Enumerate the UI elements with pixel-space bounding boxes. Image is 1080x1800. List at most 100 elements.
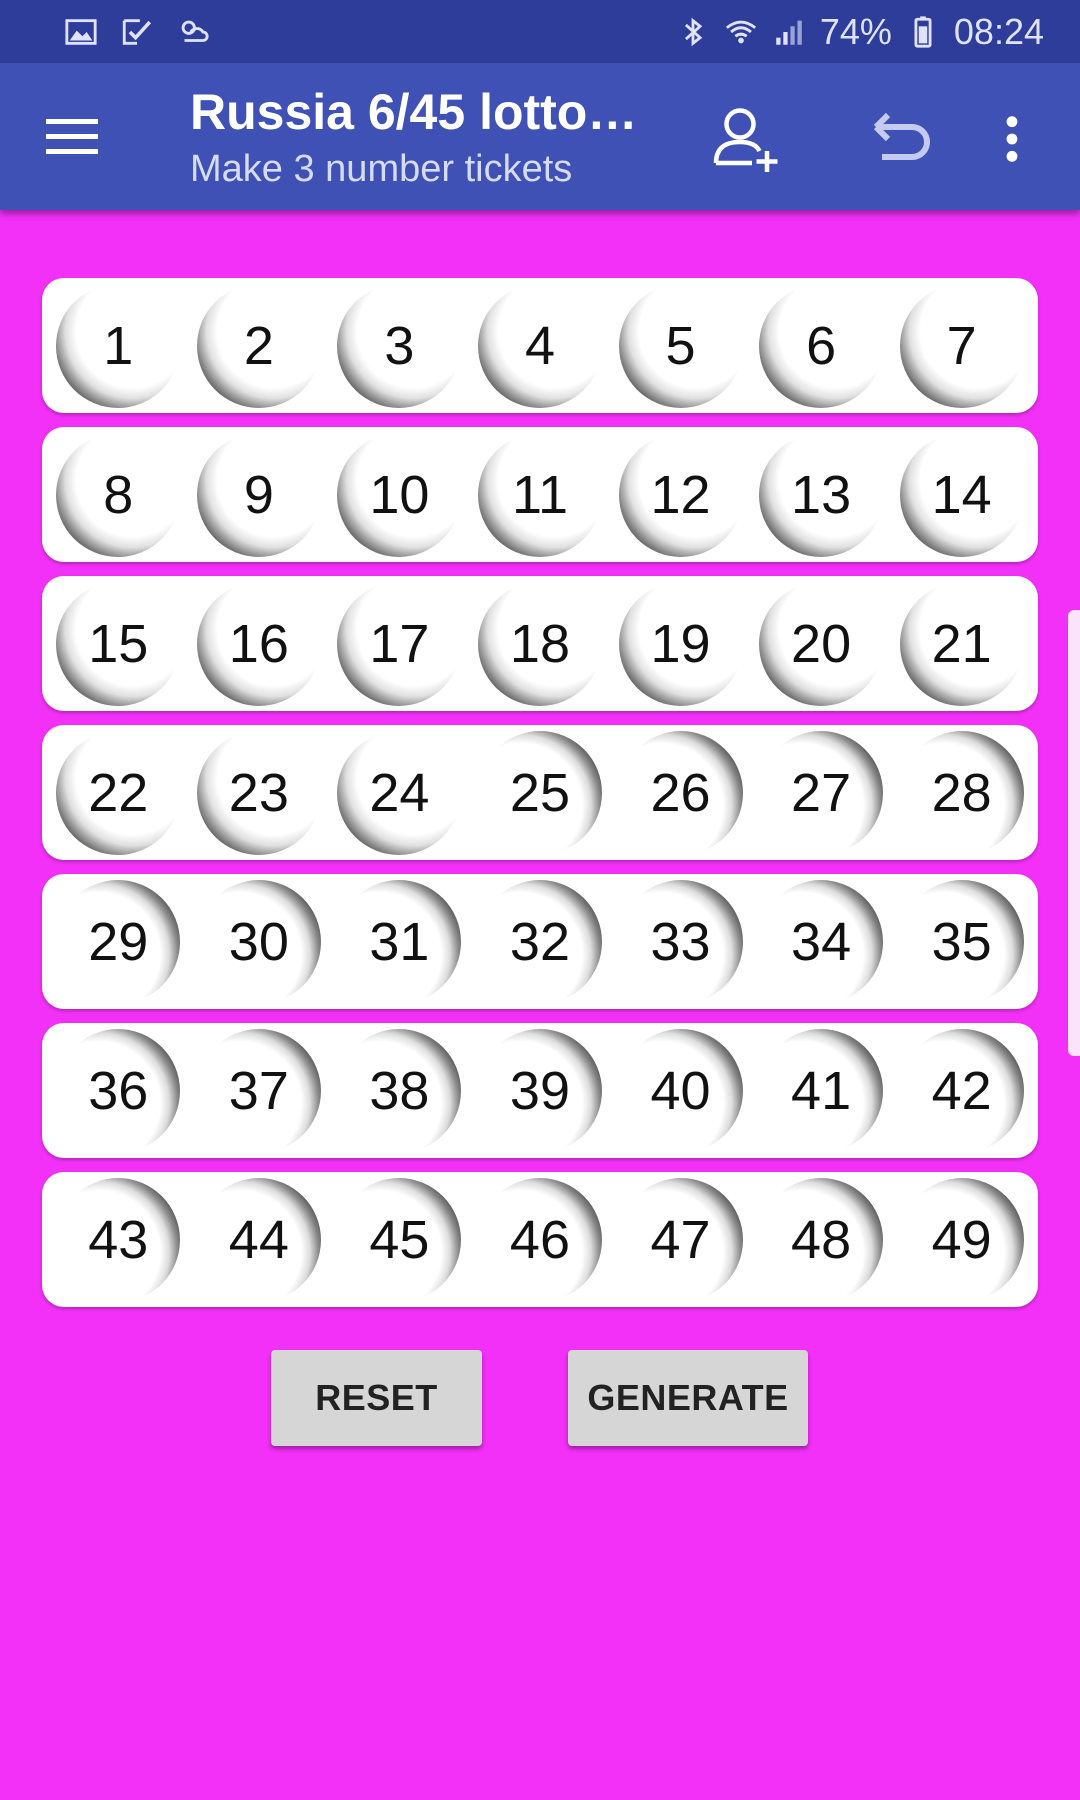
number-ball[interactable]: 40 [618, 1028, 743, 1153]
add-person-button[interactable] [706, 99, 786, 179]
more-vert-icon [1006, 116, 1018, 162]
number-ball[interactable]: 18 [477, 581, 602, 706]
number-ball[interactable]: 25 [477, 730, 602, 855]
number-ball[interactable]: 38 [337, 1028, 462, 1153]
number-label: 19 [650, 613, 711, 674]
number-label: 32 [509, 911, 570, 972]
check-list-icon [120, 15, 154, 49]
scrollbar[interactable] [1068, 610, 1080, 1056]
number-label: 4 [524, 315, 555, 376]
number-label: 22 [88, 762, 149, 823]
number-ball[interactable]: 41 [759, 1028, 884, 1153]
number-ball[interactable]: 3 [337, 283, 462, 408]
number-label: 18 [509, 613, 570, 674]
number-label: 20 [791, 613, 852, 674]
status-right: 74% 08:24 [676, 11, 1044, 53]
number-ball[interactable]: 7 [899, 283, 1024, 408]
number-ball[interactable]: 10 [337, 432, 462, 557]
number-row: 15 16 17 18 19 20 21 [42, 576, 1038, 711]
number-label: 16 [228, 613, 289, 674]
number-label: 17 [369, 613, 430, 674]
status-left-icons [64, 15, 210, 49]
number-ball[interactable]: 5 [618, 283, 743, 408]
number-ball[interactable]: 29 [56, 879, 181, 1004]
number-row: 1 2 3 4 5 6 7 [42, 278, 1038, 413]
number-ball[interactable]: 4 [477, 283, 602, 408]
number-label: 49 [931, 1209, 992, 1270]
number-ball[interactable]: 47 [618, 1177, 743, 1302]
number-ball[interactable]: 13 [759, 432, 884, 557]
number-ball[interactable]: 8 [56, 432, 181, 557]
number-label: 14 [931, 464, 992, 525]
number-label: 6 [806, 315, 837, 376]
number-ball[interactable]: 43 [56, 1177, 181, 1302]
add-person-icon [713, 108, 778, 172]
number-ball[interactable]: 31 [337, 879, 462, 1004]
number-ball[interactable]: 22 [56, 730, 181, 855]
number-row: 8 9 10 11 12 13 14 [42, 427, 1038, 562]
number-ball[interactable]: 2 [196, 283, 321, 408]
number-ball[interactable]: 28 [899, 730, 1024, 855]
number-label: 41 [791, 1060, 852, 1121]
number-label: 21 [931, 613, 992, 674]
number-label: 37 [228, 1060, 289, 1121]
menu-icon [46, 119, 98, 154]
image-icon [64, 15, 98, 49]
number-ball[interactable]: 19 [618, 581, 743, 706]
number-row: 29 30 31 32 33 34 35 [42, 874, 1038, 1009]
number-ball[interactable]: 32 [477, 879, 602, 1004]
number-label: 29 [88, 911, 149, 972]
number-label: 47 [650, 1209, 711, 1270]
number-ball[interactable]: 20 [759, 581, 884, 706]
number-ball[interactable]: 46 [477, 1177, 602, 1302]
page-subtitle: Make 3 number tickets [190, 148, 573, 190]
number-ball[interactable]: 30 [196, 879, 321, 1004]
number-ball[interactable]: 34 [759, 879, 884, 1004]
number-label: 36 [88, 1060, 149, 1121]
menu-button[interactable] [36, 103, 108, 171]
reset-button[interactable]: RESET [271, 1350, 482, 1446]
number-ball[interactable]: 39 [477, 1028, 602, 1153]
number-ball[interactable]: 15 [56, 581, 181, 706]
more-options-button[interactable] [982, 99, 1042, 179]
number-label: 26 [650, 762, 711, 823]
number-label: 5 [665, 315, 696, 376]
undo-button[interactable] [860, 99, 940, 179]
title-block: Russia 6/45 lotto… Make 3 number tickets [190, 79, 660, 193]
number-label: 2 [243, 315, 274, 376]
number-ball[interactable]: 24 [337, 730, 462, 855]
number-ball[interactable]: 6 [759, 283, 884, 408]
number-ball[interactable]: 21 [899, 581, 1024, 706]
number-label: 1 [103, 315, 134, 376]
number-ball[interactable]: 11 [477, 432, 602, 557]
number-ball[interactable]: 42 [899, 1028, 1024, 1153]
number-ball[interactable]: 45 [337, 1177, 462, 1302]
number-ball[interactable]: 33 [618, 879, 743, 1004]
number-ball[interactable]: 37 [196, 1028, 321, 1153]
number-label: 38 [369, 1060, 430, 1121]
number-label: 42 [931, 1060, 992, 1121]
number-ball[interactable]: 44 [196, 1177, 321, 1302]
number-label: 44 [228, 1209, 289, 1270]
number-ball[interactable]: 14 [899, 432, 1024, 557]
number-ball[interactable]: 49 [899, 1177, 1024, 1302]
number-ball[interactable]: 35 [899, 879, 1024, 1004]
page-title: Russia 6/45 lotto… [190, 84, 638, 140]
number-label: 23 [228, 762, 289, 823]
number-ball[interactable]: 27 [759, 730, 884, 855]
number-label: 13 [791, 464, 852, 525]
number-ball[interactable]: 17 [337, 581, 462, 706]
number-label: 30 [228, 911, 289, 972]
number-ball[interactable]: 1 [56, 283, 181, 408]
number-ball[interactable]: 26 [618, 730, 743, 855]
number-label: 8 [103, 464, 134, 525]
number-label: 46 [509, 1209, 570, 1270]
number-ball[interactable]: 23 [196, 730, 321, 855]
number-ball[interactable]: 9 [196, 432, 321, 557]
generate-button[interactable]: GENERATE [568, 1350, 808, 1446]
number-ball[interactable]: 12 [618, 432, 743, 557]
number-ball[interactable]: 16 [196, 581, 321, 706]
number-ball[interactable]: 36 [56, 1028, 181, 1153]
number-label: 43 [88, 1209, 149, 1270]
number-ball[interactable]: 48 [759, 1177, 884, 1302]
